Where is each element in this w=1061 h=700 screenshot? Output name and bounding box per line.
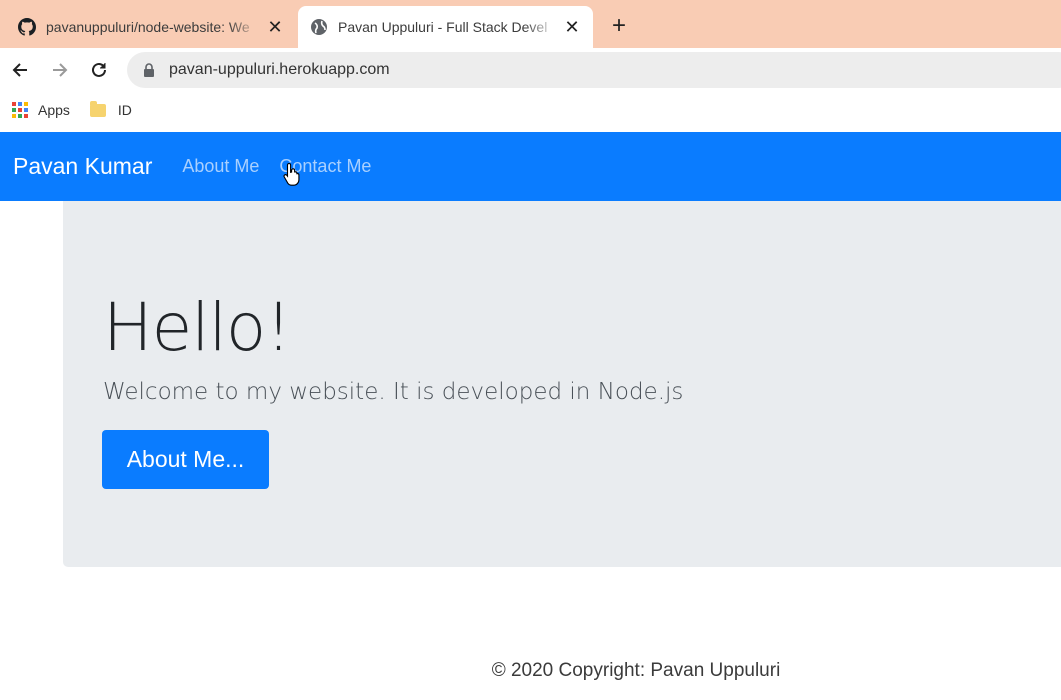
site-navbar: Pavan Kumar About Me Contact Me <box>0 132 1061 201</box>
close-icon[interactable]: ✕ <box>266 17 284 37</box>
bookmark-apps[interactable]: Apps <box>12 102 70 118</box>
bookmark-label: Apps <box>38 102 70 118</box>
reload-icon <box>92 62 106 77</box>
footer-copyright: © 2020 Copyright: Pavan Uppuluri <box>491 660 781 681</box>
bookmarks-bar: Apps ID <box>0 92 1061 128</box>
url-text: pavan-uppuluri.herokuapp.com <box>169 61 390 78</box>
lock-icon <box>144 63 154 77</box>
hero-heading: Hello! <box>103 289 292 366</box>
tab-pavan-uppuluri[interactable]: Pavan Uppuluri - Full Stack Devel ✕ <box>298 6 593 48</box>
apps-grid-icon <box>12 102 28 118</box>
back-button[interactable] <box>6 56 34 84</box>
hero-jumbotron: Hello! Welcome to my website. It is deve… <box>63 201 1061 567</box>
github-icon <box>18 18 36 36</box>
close-icon[interactable]: ✕ <box>563 17 581 37</box>
tab-strip: pavanuppuluri/node-website: We ✕ Pavan U… <box>0 0 1061 48</box>
bookmark-id[interactable]: ID <box>89 100 132 118</box>
folder-icon <box>89 100 106 117</box>
brand-link[interactable]: Pavan Kumar <box>13 153 152 180</box>
globe-icon <box>310 18 328 36</box>
tab-github[interactable]: pavanuppuluri/node-website: We ✕ <box>6 6 296 48</box>
browser-toolbar: pavan-uppuluri.herokuapp.com <box>0 48 1061 92</box>
arrow-left-icon <box>12 63 27 77</box>
address-bar[interactable]: pavan-uppuluri.herokuapp.com <box>127 52 1061 88</box>
tab-title: Pavan Uppuluri - Full Stack Devel <box>338 19 548 35</box>
hand-cursor-icon <box>283 162 300 186</box>
about-me-button[interactable]: About Me... <box>102 430 269 489</box>
tab-title: pavanuppuluri/node-website: We <box>46 19 250 35</box>
bookmark-label: ID <box>117 102 132 118</box>
nav-link-about[interactable]: About Me <box>182 156 259 177</box>
hero-lead: Welcome to my website. It is developed i… <box>103 379 684 405</box>
forward-button[interactable] <box>46 56 74 84</box>
arrow-right-icon <box>53 63 68 77</box>
reload-button[interactable] <box>85 56 113 84</box>
new-tab-button[interactable]: + <box>605 12 633 40</box>
